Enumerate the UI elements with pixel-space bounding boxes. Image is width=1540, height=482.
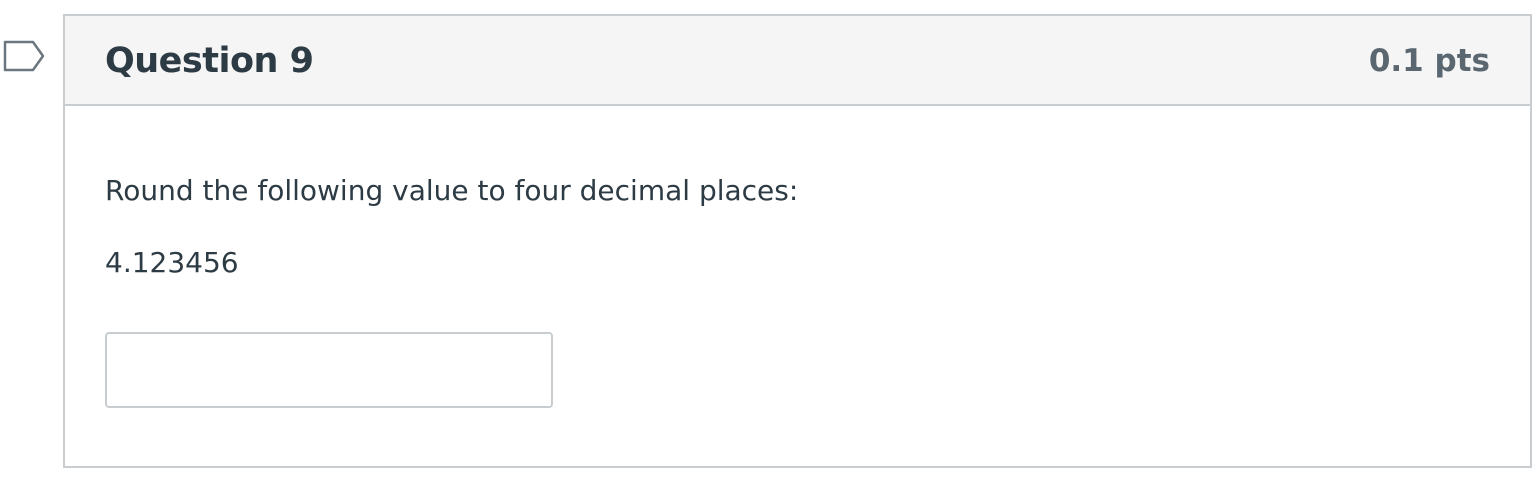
question-prompt: Round the following value to four decima… — [105, 174, 799, 207]
question-title: Question 9 — [105, 41, 314, 81]
question-points: 0.1 pts — [1368, 43, 1490, 79]
question-value: 4.123456 — [105, 246, 239, 279]
answer-input[interactable] — [105, 332, 553, 408]
flag-question-icon[interactable] — [2, 39, 46, 75]
question-header: Question 9 0.1 pts — [65, 16, 1530, 106]
question-card: Question 9 0.1 pts Round the following v… — [63, 14, 1532, 468]
